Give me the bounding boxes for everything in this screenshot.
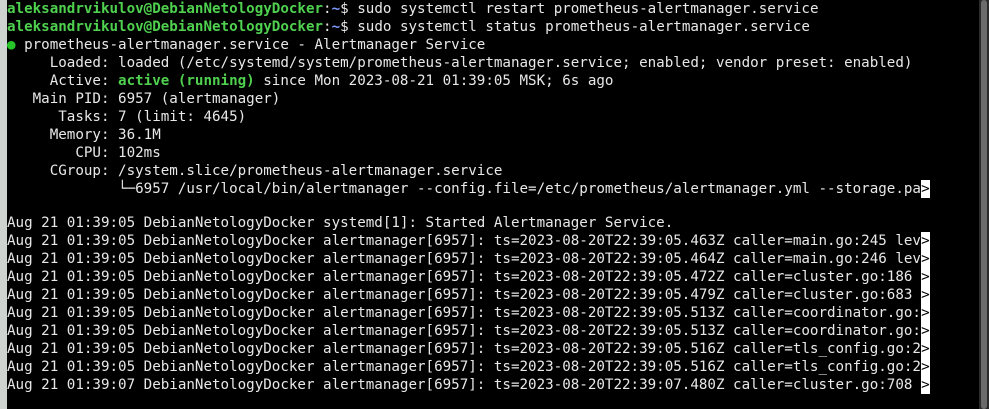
log-line: Aug 21 01:39:05 DebianNetologyDocker ale… — [7, 232, 930, 250]
log-text: Aug 21 01:39:05 DebianNetologyDocker ale… — [7, 233, 921, 249]
truncation-marker: > — [920, 340, 930, 358]
prompt-symbol: $ — [340, 1, 349, 17]
prompt-separator: : — [323, 19, 332, 35]
cgroup-label: CGroup: — [7, 163, 110, 179]
cpu-value: 102ms — [118, 145, 161, 161]
log-line: Aug 21 01:39:07 DebianNetologyDocker ale… — [7, 376, 930, 394]
active-line: Active: active (running) since Mon 2023-… — [7, 72, 614, 90]
log-text: Aug 21 01:39:05 DebianNetologyDocker ale… — [7, 323, 921, 339]
command-status: sudo systemctl status prometheus-alertma… — [357, 19, 810, 35]
prompt-symbol: $ — [340, 19, 349, 35]
log-line: Aug 21 01:39:05 DebianNetologyDocker ale… — [7, 304, 930, 322]
prompt-separator: : — [323, 1, 332, 17]
log-text: Aug 21 01:39:05 DebianNetologyDocker ale… — [7, 251, 921, 267]
log-text: Aug 21 01:39:05 DebianNetologyDocker ale… — [7, 269, 921, 285]
log-line: Aug 21 01:39:05 DebianNetologyDocker ale… — [7, 358, 930, 376]
prompt-user-host: aleksandrvikulov@DebianNetologyDocker — [7, 1, 324, 17]
prompt-path: ~ — [331, 1, 341, 17]
log-text: Aug 21 01:39:05 DebianNetologyDocker ale… — [7, 287, 921, 303]
prompt-line-1: aleksandrvikulov@DebianNetologyDocker:~$… — [7, 0, 818, 18]
tasks-value: 7 (limit: 4645) — [118, 109, 247, 125]
memory-label: Memory: — [7, 127, 110, 143]
loaded-label: Loaded: — [7, 55, 110, 71]
truncation-marker: > — [920, 304, 930, 322]
mainpid-label: Main PID: — [7, 91, 110, 107]
terminal-output[interactable]: aleksandrvikulov@DebianNetologyDocker:~$… — [7, 0, 979, 409]
prompt-path: ~ — [331, 19, 341, 35]
command-restart: sudo systemctl restart prometheus-alertm… — [357, 1, 819, 17]
service-title-line: ● prometheus-alertmanager.service - Aler… — [7, 36, 485, 54]
truncation-marker: > — [920, 232, 930, 250]
loaded-line: Loaded: loaded (/etc/systemd/system/prom… — [7, 54, 913, 72]
log-line: Aug 21 01:39:05 DebianNetologyDocker ale… — [7, 340, 930, 358]
truncation-marker: > — [920, 268, 930, 286]
log-text: Aug 21 01:39:05 DebianNetologyDocker ale… — [7, 359, 921, 375]
log-line: Aug 21 01:39:05 DebianNetologyDocker sys… — [7, 214, 673, 232]
log-text: Aug 21 01:39:05 DebianNetologyDocker sys… — [7, 215, 674, 231]
log-line: Aug 21 01:39:05 DebianNetologyDocker ale… — [7, 250, 930, 268]
truncation-marker: > — [920, 376, 930, 394]
log-line: Aug 21 01:39:05 DebianNetologyDocker ale… — [7, 322, 930, 340]
status-bullet-icon: ● — [7, 37, 16, 53]
tasks-label: Tasks: — [7, 109, 110, 125]
vertical-scrollbar[interactable] — [979, 0, 989, 409]
memory-value: 36.1M — [118, 127, 161, 143]
scrollbar-thumb[interactable] — [981, 0, 987, 409]
log-line: Aug 21 01:39:05 DebianNetologyDocker ale… — [7, 268, 930, 286]
mainpid-line: Main PID: 6957 (alertmanager) — [7, 90, 281, 108]
loaded-value: loaded (/etc/systemd/system/prometheus-a… — [118, 55, 913, 71]
cgroup-value: /system.slice/prometheus-alertmanager.se… — [118, 163, 503, 179]
terminal-window: aleksandrvikulov@DebianNetologyDocker:~$… — [0, 0, 989, 409]
truncation-marker: > — [920, 250, 930, 268]
truncation-marker: > — [920, 180, 930, 198]
memory-line: Memory: 36.1M — [7, 126, 161, 144]
cpu-line: CPU: 102ms — [7, 144, 161, 162]
service-title: prometheus-alertmanager.service - Alertm… — [24, 37, 486, 53]
mainpid-value: 6957 (alertmanager) — [118, 91, 281, 107]
cgroup-process-line: └─6957 /usr/local/bin/alertmanager --con… — [7, 180, 930, 198]
truncation-marker: > — [920, 358, 930, 376]
tasks-line: Tasks: 7 (limit: 4645) — [7, 108, 246, 126]
truncation-marker: > — [920, 286, 930, 304]
cpu-label: CPU: — [7, 145, 110, 161]
log-text: Aug 21 01:39:05 DebianNetologyDocker ale… — [7, 305, 921, 321]
cgroup-process: └─6957 /usr/local/bin/alertmanager --con… — [7, 181, 921, 197]
active-state: active (running) — [118, 73, 255, 89]
prompt-line-2: aleksandrvikulov@DebianNetologyDocker:~$… — [7, 18, 810, 36]
cgroup-line: CGroup: /system.slice/prometheus-alertma… — [7, 162, 503, 180]
log-line: Aug 21 01:39:05 DebianNetologyDocker ale… — [7, 286, 930, 304]
log-text: Aug 21 01:39:05 DebianNetologyDocker ale… — [7, 341, 921, 357]
truncation-marker: > — [920, 322, 930, 340]
log-text: Aug 21 01:39:07 DebianNetologyDocker ale… — [7, 377, 921, 393]
active-since: since Mon 2023-08-21 01:39:05 MSK; 6s ag… — [263, 73, 614, 89]
active-label: Active: — [7, 73, 110, 89]
prompt-user-host: aleksandrvikulov@DebianNetologyDocker — [7, 19, 324, 35]
